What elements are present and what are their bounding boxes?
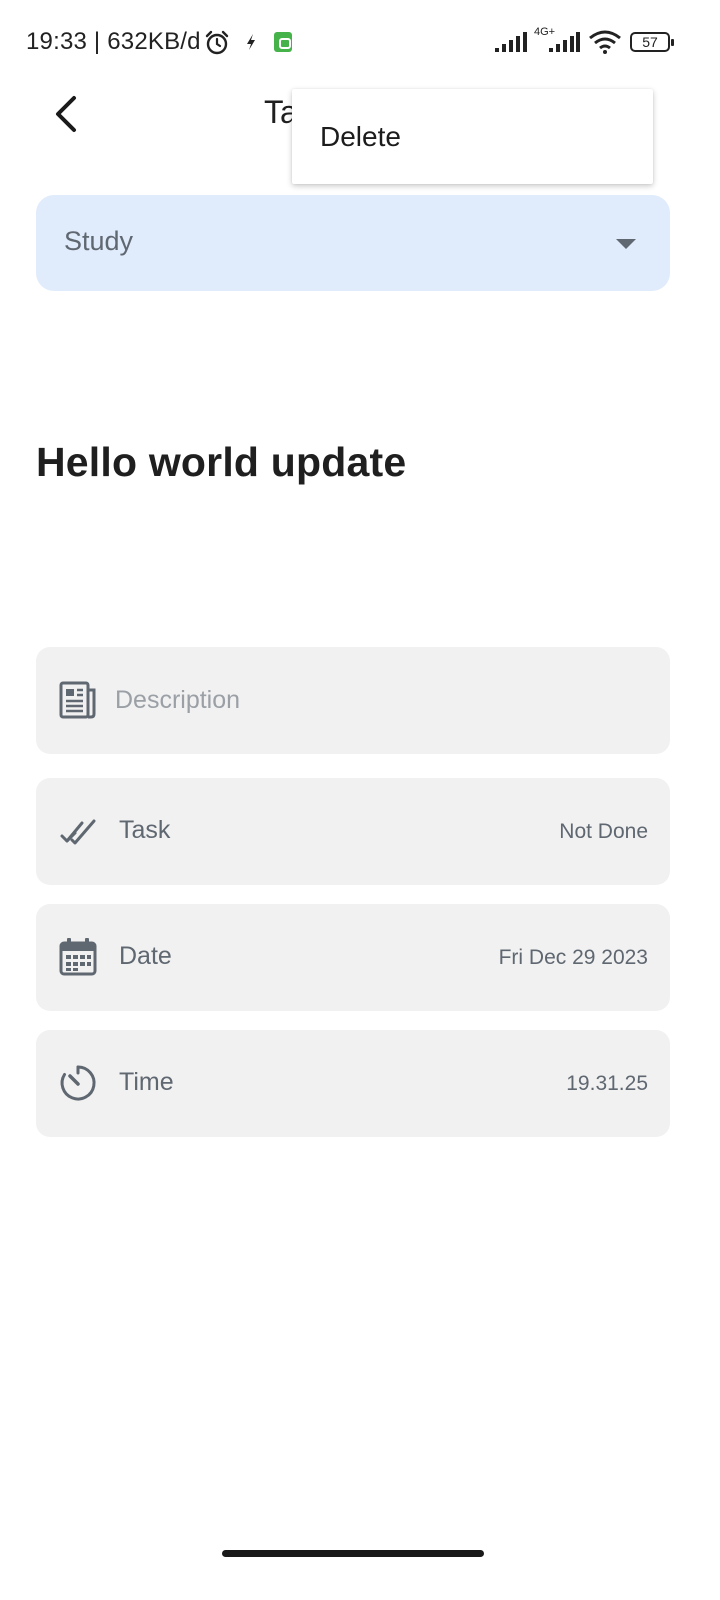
date-row[interactable]: Date Fri Dec 29 2023 (36, 904, 670, 1011)
category-dropdown[interactable]: Study (36, 195, 670, 291)
task-title: Hello world update (36, 439, 407, 485)
app-badge-icon (274, 32, 292, 52)
bolt-icon (247, 34, 255, 50)
date-label: Date (119, 942, 172, 970)
menu-item-delete[interactable]: Delete (292, 89, 653, 184)
task-status-label: Task (119, 816, 171, 844)
timer-icon (60, 1065, 96, 1101)
back-button[interactable] (40, 86, 92, 138)
signal-4g-icon (549, 32, 580, 52)
caret-down-icon (616, 239, 636, 249)
time-row[interactable]: Time 19.31.25 (36, 1030, 670, 1137)
article-icon (59, 681, 96, 719)
time-value: 19.31.25 (566, 1072, 648, 1095)
alarm-icon (205, 30, 229, 55)
category-value: Study (64, 226, 134, 256)
overflow-menu: Delete (292, 89, 653, 184)
task-status-value: Not Done (559, 820, 648, 843)
signal-icon (495, 32, 527, 52)
battery-level: 57 (642, 34, 658, 50)
calendar-icon (59, 938, 97, 976)
date-value: Fri Dec 29 2023 (498, 946, 648, 969)
chevron-left-icon (56, 96, 76, 132)
time-label: Time (119, 1068, 174, 1096)
description-placeholder: Description (115, 686, 241, 714)
status-time: 19:33 | 632KB/d (26, 28, 201, 55)
battery-icon: 57 (630, 32, 674, 52)
status-bar: 19:33 | 632KB/d 4G+ 57 (0, 0, 720, 84)
wifi-icon (589, 30, 621, 54)
description-field[interactable]: Description (36, 647, 670, 754)
home-indicator[interactable] (222, 1550, 484, 1557)
double-check-icon (60, 819, 96, 845)
task-status-row[interactable]: Task Not Done (36, 778, 670, 885)
